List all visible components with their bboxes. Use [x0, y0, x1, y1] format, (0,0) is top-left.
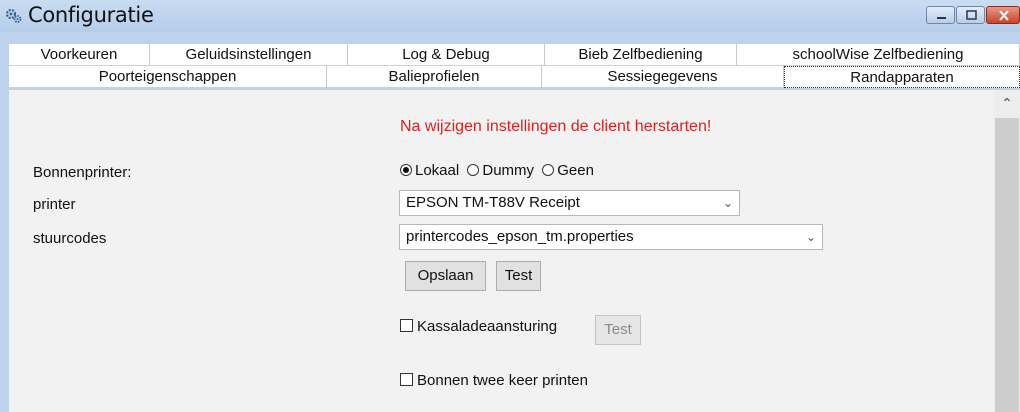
minimize-icon: [937, 17, 946, 19]
bonnen-twee-keer-checkbox[interactable]: Bonnen twee keer printen: [400, 372, 588, 389]
printer-select[interactable]: EPSON TM-T88V Receipt ⌄: [399, 190, 740, 216]
radio-geen[interactable]: Geen: [542, 162, 594, 179]
printer-label: printer: [33, 196, 76, 213]
bonnenprinter-label: Bonnenprinter:: [33, 164, 132, 181]
kassalade-checkbox[interactable]: Kassaladeaansturing: [400, 318, 557, 335]
maximize-button[interactable]: [956, 6, 985, 24]
radio-lokaal[interactable]: Lokaal: [400, 162, 459, 179]
scrollbar-thumb[interactable]: [995, 118, 1019, 412]
stuurcodes-label: stuurcodes: [33, 230, 107, 247]
minimize-button[interactable]: [926, 6, 955, 24]
close-button[interactable]: [986, 6, 1020, 24]
randapparaten-panel: Na wijzigen instellingen de client herst…: [9, 90, 1020, 412]
tab-geluidsinstellingen[interactable]: Geluidsinstellingen: [150, 44, 348, 66]
vertical-scrollbar[interactable]: ⌃: [994, 90, 1020, 412]
checkbox-icon: [400, 373, 413, 386]
window-title: Configuratie: [28, 3, 154, 27]
tab-poorteigenschappen[interactable]: Poorteigenschappen: [9, 66, 327, 88]
chevron-down-icon: ⌄: [805, 230, 816, 244]
tab-row-top: Voorkeuren Geluidsinstellingen Log & Deb…: [9, 44, 1020, 66]
window-frame: Configuratie Voorkeuren Geluidsinstellin…: [0, 0, 1020, 412]
radio-selected-icon: [400, 164, 412, 176]
bonnenprinter-radio-group: Lokaal Dummy Geen: [400, 162, 598, 182]
tab-voorkeuren[interactable]: Voorkeuren: [9, 44, 150, 66]
tab-row-bottom: Poorteigenschappen Balieprofielen Sessie…: [9, 66, 1020, 88]
tab-schoolwise-zelfbediening[interactable]: schoolWise Zelfbediening: [737, 44, 1020, 66]
tab-sessiegegevens[interactable]: Sessiegegevens: [542, 66, 784, 88]
tab-bieb-zelfbediening[interactable]: Bieb Zelfbediening: [545, 44, 737, 66]
save-button[interactable]: Opslaan: [405, 261, 486, 291]
radio-unselected-icon: [467, 164, 480, 176]
checkbox-icon: [400, 319, 413, 332]
radio-unselected-icon: [542, 164, 555, 176]
tab-log-debug[interactable]: Log & Debug: [348, 44, 545, 66]
stuurcodes-select[interactable]: printercodes_epson_tm.properties ⌄: [399, 224, 823, 250]
test-button[interactable]: Test: [496, 261, 541, 291]
title-bar[interactable]: Configuratie: [0, 0, 1020, 32]
restart-warning: Na wijzigen instellingen de client herst…: [400, 118, 712, 135]
radio-dummy[interactable]: Dummy: [467, 162, 534, 179]
tab-balieprofielen[interactable]: Balieprofielen: [327, 66, 542, 88]
gears-icon: [5, 8, 22, 23]
close-icon: [999, 10, 1009, 21]
chevron-down-icon: ⌄: [722, 196, 733, 210]
stuurcodes-value: printercodes_epson_tm.properties: [406, 228, 634, 245]
maximize-icon: [966, 10, 977, 20]
chevron-up-icon[interactable]: ⌃: [994, 94, 1020, 114]
tab-randapparaten[interactable]: Randapparaten: [784, 66, 1020, 88]
printer-value: EPSON TM-T88V Receipt: [406, 194, 580, 211]
kassalade-test-button[interactable]: Test: [595, 315, 641, 345]
